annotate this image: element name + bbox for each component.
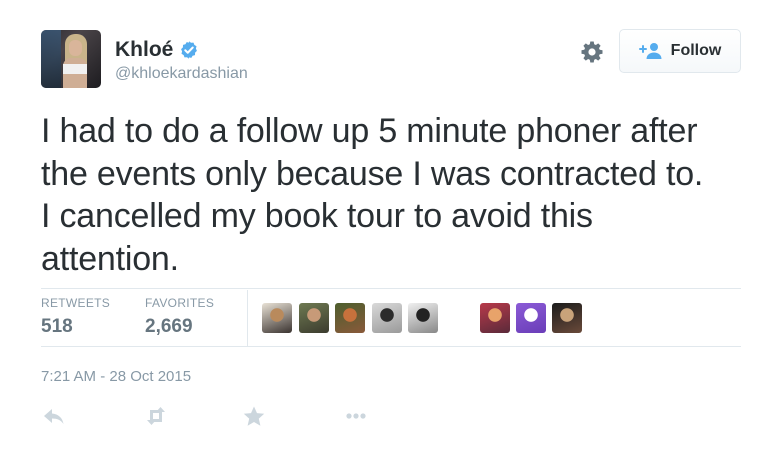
tweet-text-line: attention. [41, 239, 179, 278]
tweet-text-line: I cancelled my book tour to avoid this [41, 197, 593, 235]
follow-label: Follow [670, 42, 722, 59]
display-name[interactable]: Khloé [115, 38, 173, 62]
stats-top-divider [41, 288, 741, 289]
favoriter-avatar-3[interactable] [335, 303, 365, 333]
favorites-label: FAVORITES [145, 296, 215, 310]
favoriter-avatar-6[interactable] [480, 303, 510, 333]
favorite-star-icon[interactable] [242, 405, 266, 427]
retweet-icon[interactable] [144, 405, 168, 427]
tweet-text-line: the events only because I was contracted… [41, 154, 704, 193]
favorites-stat[interactable]: FAVORITES 2,669 [145, 296, 214, 338]
user-name-row[interactable]: Khloé [115, 38, 199, 62]
more-icon[interactable] [344, 405, 368, 427]
tweet-timestamp[interactable]: 7:21 AM - 28 Oct 2015 [41, 368, 191, 385]
follow-button[interactable]: Follow [619, 29, 741, 73]
tweet-text: I had to do a follow up 5 minute phoner … [41, 110, 761, 280]
stats-separator [247, 290, 248, 346]
favorites-count: 2,669 [145, 316, 193, 337]
user-handle[interactable]: @khloekardashian [115, 65, 248, 83]
favoriter-avatar-2[interactable] [299, 303, 329, 333]
profile-avatar[interactable] [41, 30, 101, 88]
retweets-count: 518 [41, 316, 73, 337]
verified-badge-icon [181, 41, 198, 59]
retweets-label: RETWEETS [41, 296, 111, 310]
follow-person-icon [638, 43, 662, 59]
favoriter-avatar-5[interactable] [408, 303, 438, 333]
tweet-text-line: I had to do a follow up 5 minute phoner … [41, 112, 698, 150]
favoriter-avatar-4[interactable] [372, 303, 402, 333]
gear-icon[interactable] [580, 40, 604, 64]
reply-icon[interactable] [42, 405, 66, 427]
favoriter-avatar-8[interactable] [552, 303, 582, 333]
favoriter-avatar-1[interactable] [262, 303, 292, 333]
retweets-stat[interactable]: RETWEETS 518 [41, 296, 110, 338]
favoriter-avatar-7[interactable] [516, 303, 546, 333]
tweet-card: Khloé @khloekardashian Follow I had to d… [0, 0, 783, 461]
stats-bottom-divider [41, 346, 741, 347]
